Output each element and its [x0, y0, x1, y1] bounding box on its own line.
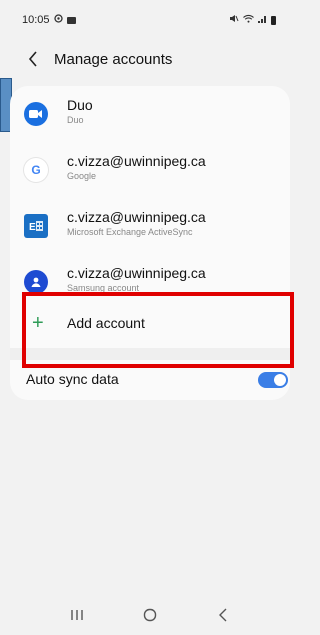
toggle-knob	[274, 374, 286, 386]
account-type: Samsung account	[67, 283, 140, 293]
gallery-icon	[66, 16, 76, 24]
duo-video-icon	[24, 102, 48, 126]
mute-icon	[229, 14, 239, 26]
auto-sync-label: Auto sync data	[26, 371, 119, 387]
account-text: c.vizza@uwinnipeg.ca Samsung account	[67, 264, 206, 294]
account-name: c.vizza@uwinnipeg.ca	[67, 265, 206, 281]
account-type: Duo	[67, 115, 84, 125]
status-right	[229, 14, 276, 26]
account-row-google[interactable]: G c.vizza@uwinnipeg.ca Google	[10, 142, 290, 198]
home-button[interactable]	[130, 600, 170, 630]
exchange-icon: E	[24, 214, 48, 238]
wifi-icon	[243, 14, 254, 26]
account-type: Microsoft Exchange ActiveSync	[67, 227, 193, 237]
account-row-duo[interactable]: Duo Duo	[10, 86, 290, 142]
svg-text:E: E	[29, 222, 36, 233]
account-name: c.vizza@uwinnipeg.ca	[67, 209, 206, 225]
clock: 10:05	[22, 14, 50, 26]
samsung-account-icon	[24, 270, 48, 294]
account-type: Google	[67, 171, 97, 181]
auto-sync-toggle[interactable]	[258, 372, 288, 388]
home-icon	[143, 608, 157, 622]
google-g-icon: G	[24, 158, 48, 182]
back-arrow-icon	[219, 608, 227, 622]
account-text: c.vizza@uwinnipeg.ca Microsoft Exchange …	[67, 208, 206, 238]
notification-icon	[53, 14, 63, 26]
app-header: Manage accounts	[0, 42, 300, 76]
account-text: Duo Duo	[67, 96, 93, 126]
back-button[interactable]	[24, 47, 42, 71]
back-nav-button[interactable]	[203, 600, 243, 630]
auto-sync-row[interactable]: Auto sync data	[10, 364, 290, 394]
account-name: Duo	[67, 97, 93, 113]
signal-icon	[258, 14, 267, 26]
svg-text:G: G	[31, 163, 40, 177]
navigation-bar	[0, 595, 300, 635]
chevron-left-icon	[28, 51, 37, 67]
account-row-exchange[interactable]: E c.vizza@uwinnipeg.ca Microsoft Exchang…	[10, 198, 290, 254]
add-account-label: Add account	[67, 315, 145, 331]
add-account-button[interactable]: + Add account	[10, 298, 290, 348]
page-title: Manage accounts	[54, 50, 173, 68]
recents-icon	[70, 610, 83, 620]
plus-icon: +	[32, 312, 44, 334]
divider	[10, 348, 290, 360]
recent-apps-button[interactable]	[57, 600, 97, 630]
account-text: c.vizza@uwinnipeg.ca Google	[67, 152, 206, 182]
account-name: c.vizza@uwinnipeg.ca	[67, 153, 206, 169]
battery-icon	[271, 15, 276, 25]
accounts-card: Duo Duo G c.vizza@uwinnipeg.ca Google E …	[10, 86, 290, 400]
status-left: 10:05	[22, 14, 76, 26]
status-bar: 10:05	[0, 0, 300, 40]
